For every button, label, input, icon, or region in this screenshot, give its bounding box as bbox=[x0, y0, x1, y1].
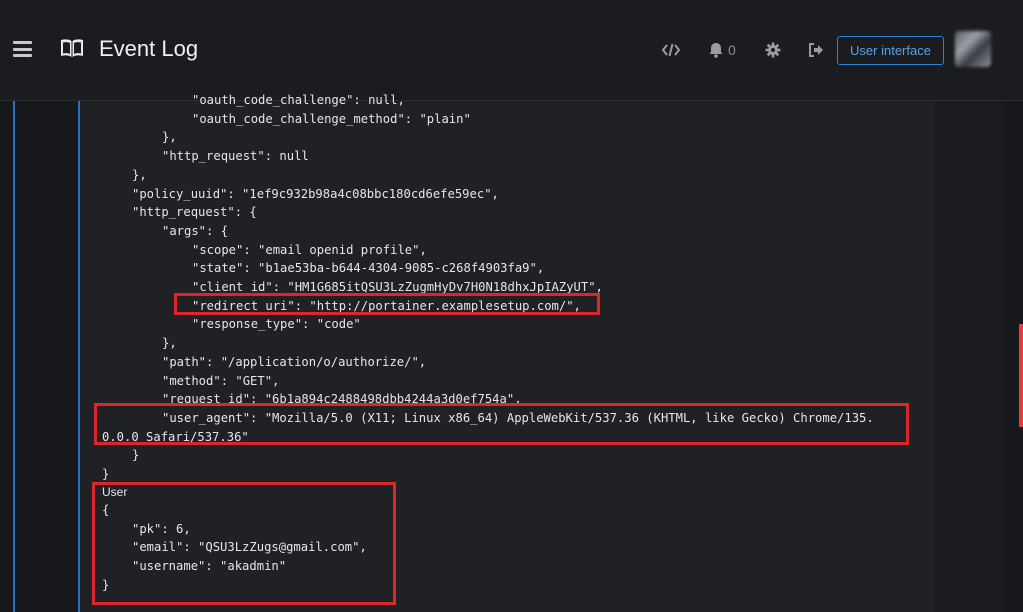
sign-out-icon[interactable] bbox=[807, 41, 825, 59]
avatar[interactable] bbox=[955, 31, 991, 67]
code-line: } bbox=[102, 577, 110, 592]
code-line: } bbox=[102, 467, 110, 481]
code-line: "oauth_code_challenge": null, bbox=[192, 93, 405, 107]
code-line: "http_request": null bbox=[162, 149, 309, 164]
book-icon bbox=[61, 39, 83, 57]
code-line: }, bbox=[132, 167, 147, 182]
code-line: "method": "GET", bbox=[162, 373, 280, 388]
code-line: } bbox=[132, 448, 140, 463]
top-header: Event Log 0 User interface bbox=[0, 0, 1023, 101]
event-detail-area: "oauth_code_challenge": null, "oauth_code… bbox=[0, 93, 1023, 612]
code-line: "user_agent": "Mozilla/5.0 (X11; Linux x… bbox=[162, 410, 874, 425]
notification-count: 0 bbox=[728, 42, 736, 58]
code-line: "policy_uuid": "1ef9c932b98a4c08bbc180cd… bbox=[132, 186, 499, 201]
code-line: "client_id": "HM1G685itQSU3LzZugmHyDv7H0… bbox=[192, 280, 603, 294]
code-line: "scope": "email openid profile", bbox=[192, 242, 427, 257]
right-column bbox=[934, 101, 1004, 612]
gear-icon[interactable] bbox=[764, 41, 782, 59]
code-line: "request_id": "6b1a894c2488498dbb4244a3d… bbox=[162, 392, 522, 407]
user-section-label: User bbox=[102, 485, 128, 499]
code-line: }, bbox=[162, 336, 177, 351]
code-line: "redirect_uri": "http://portainer.exampl… bbox=[192, 298, 581, 313]
code-line: "http_request": { bbox=[132, 205, 257, 220]
context-panel-border bbox=[78, 101, 80, 612]
scrollbar-thumb[interactable] bbox=[1019, 324, 1023, 427]
code-line: { bbox=[102, 503, 110, 517]
hamburger-menu-icon[interactable] bbox=[13, 41, 32, 57]
code-line: "username": "akadmin" bbox=[132, 559, 287, 574]
code-line: }, bbox=[162, 130, 177, 145]
code-line: "path": "/application/o/authorize/", bbox=[162, 354, 427, 369]
code-line: "oauth_code_challenge_method": "plain" bbox=[192, 111, 471, 126]
expanded-row-indicator bbox=[13, 101, 15, 612]
code-icon[interactable] bbox=[662, 41, 680, 59]
code-line: 0.0.0 Safari/537.36" bbox=[102, 429, 249, 444]
page-title: Event Log bbox=[99, 36, 199, 61]
user-interface-button[interactable]: User interface bbox=[837, 36, 944, 65]
code-line: "pk": 6, bbox=[132, 521, 191, 536]
code-line: "email": "QSU3LzZugs@gmail.com", bbox=[132, 540, 367, 555]
code-line: "state": "b1ae53ba-b644-4304-9085-c268f4… bbox=[192, 261, 545, 276]
code-line: "response_type": "code" bbox=[192, 317, 361, 332]
bell-icon[interactable] bbox=[707, 41, 725, 59]
code-line: "args": { bbox=[162, 223, 229, 238]
